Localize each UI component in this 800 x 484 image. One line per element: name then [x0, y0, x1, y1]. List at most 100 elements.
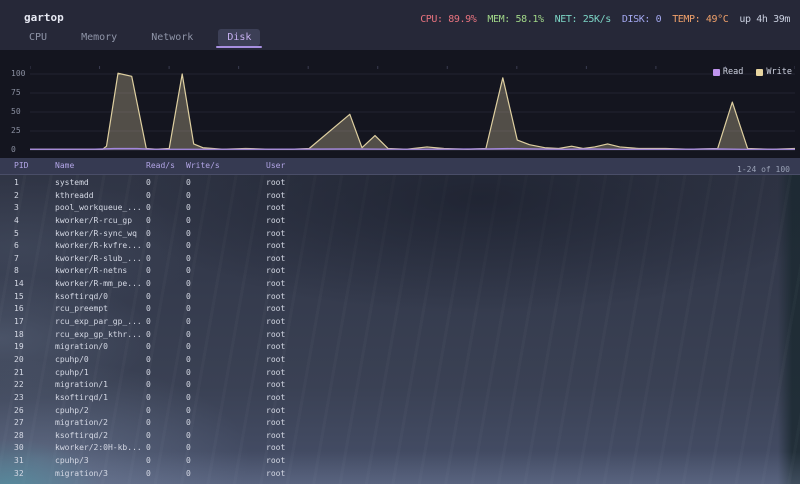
cell-user: root: [266, 229, 285, 238]
table-row[interactable]: 2kthreadd00root: [0, 189, 800, 202]
cell-write: 0: [186, 431, 191, 440]
cell-write: 0: [186, 279, 191, 288]
cell-read: 0: [146, 469, 151, 478]
tab-memory[interactable]: Memory: [72, 29, 126, 46]
cell-name: kthreadd: [55, 191, 94, 200]
disk-io-chart-panel: 1007550250 ReadWrite: [0, 50, 800, 158]
cell-user: root: [266, 216, 285, 225]
table-row[interactable]: 17rcu_exp_par_gp_...00root: [0, 315, 800, 328]
y-axis-label: 75: [11, 88, 31, 97]
table-row[interactable]: 1systemd00root: [0, 176, 800, 189]
app-title: gartop: [24, 11, 64, 24]
cell-write: 0: [186, 254, 191, 263]
cell-pid: 1: [14, 178, 19, 187]
table-row[interactable]: 18rcu_exp_gp_kthr...00root: [0, 328, 800, 341]
stat-cpu: CPU: 89.9%: [420, 14, 476, 25]
table-row[interactable]: 32migration/300root: [0, 467, 800, 480]
system-stats: CPU: 89.9%MEM: 58.1%NET: 25K/sDISK: 0TEM…: [409, 14, 790, 25]
cell-user: root: [266, 393, 285, 402]
cell-write: 0: [186, 216, 191, 225]
cell-write: 0: [186, 406, 191, 415]
table-row[interactable]: 31cpuhp/300root: [0, 454, 800, 467]
table-row[interactable]: 5 kworker/R-sync_wq 0 0 root: [0, 227, 800, 240]
cell-name: migration/3: [55, 469, 108, 478]
cell-write: 0: [186, 355, 191, 364]
stat-temp: TEMP: 49°C: [672, 14, 728, 25]
cell-write: 0: [186, 191, 191, 200]
table-row[interactable]: 14kworker/R-mm_pe...00root: [0, 277, 800, 290]
cell-write: 0: [186, 368, 191, 377]
cell-write: 0: [186, 317, 191, 326]
stat-mem: MEM: 58.1%: [487, 14, 543, 25]
table-row[interactable]: 4kworker/R-rcu_gp00root: [0, 214, 800, 227]
uptime-text: up 4h 39m: [739, 14, 790, 25]
cell-pid: 15: [14, 292, 24, 301]
table-row[interactable]: 26cpuhp/200root: [0, 404, 800, 417]
tab-cpu[interactable]: CPU: [20, 29, 56, 46]
cell-read: 0: [146, 191, 151, 200]
column-header-pid[interactable]: PID: [14, 161, 28, 170]
cell-user: root: [266, 191, 285, 200]
cell-pid: 5: [14, 229, 19, 238]
table-row[interactable]: 22migration/100root: [0, 378, 800, 391]
legend-item-write[interactable]: Write: [756, 67, 792, 77]
cell-user: root: [266, 342, 285, 351]
table-row[interactable]: 15ksoftirqd/000root: [0, 290, 800, 303]
cell-name: cpuhp/0: [55, 355, 89, 364]
cell-read: 0: [146, 406, 151, 415]
cell-read: 0: [146, 443, 151, 452]
legend-item-read[interactable]: Read: [713, 67, 743, 77]
cell-write: 0: [186, 443, 191, 452]
cell-name: kworker/R-sync_wq: [55, 229, 137, 238]
column-header-writes[interactable]: Write/s: [186, 161, 220, 170]
cell-user: root: [266, 368, 285, 377]
table-row[interactable]: 28ksoftirqd/200root: [0, 429, 800, 442]
column-header-reads[interactable]: Read/s: [146, 161, 175, 170]
table-row[interactable]: 8kworker/R-netns00root: [0, 264, 800, 277]
cell-write: 0: [186, 229, 191, 238]
cell-write: 0: [186, 178, 191, 187]
cell-user: root: [266, 304, 285, 313]
cell-read: 0: [146, 292, 151, 301]
cell-write: 0: [186, 393, 191, 402]
cell-pid: 3: [14, 203, 19, 212]
table-row[interactable]: 20cpuhp/000root: [0, 353, 800, 366]
cell-read: 0: [146, 229, 151, 238]
cell-pid: 31: [14, 456, 24, 465]
table-row[interactable]: 19migration/000root: [0, 340, 800, 353]
cell-read: 0: [146, 342, 151, 351]
table-row[interactable]: 27migration/200root: [0, 416, 800, 429]
cell-write: 0: [186, 304, 191, 313]
table-row[interactable]: 7kworker/R-slub_...00root: [0, 252, 800, 265]
cell-read: 0: [146, 456, 151, 465]
cell-write: 0: [186, 292, 191, 301]
table-row[interactable]: 16rcu_preempt00root: [0, 302, 800, 315]
cell-read: 0: [146, 355, 151, 364]
cell-pid: 16: [14, 304, 24, 313]
cell-user: root: [266, 266, 285, 275]
cell-name: ksoftirqd/2: [55, 431, 108, 440]
cell-user: root: [266, 443, 285, 452]
cell-user: root: [266, 203, 285, 212]
app-window: gartop CPU: 89.9%MEM: 58.1%NET: 25K/sDIS…: [0, 0, 800, 484]
column-header-user[interactable]: User: [266, 161, 285, 170]
cell-pid: 7: [14, 254, 19, 263]
cell-name: migration/2: [55, 418, 108, 427]
cell-name: kworker/2:0H-kb...: [55, 443, 142, 452]
table-row[interactable]: 6kworker/R-kvfre...00root: [0, 239, 800, 252]
cell-write: 0: [186, 203, 191, 212]
cell-write: 0: [186, 266, 191, 275]
table-row[interactable]: 23ksoftirqd/100root: [0, 391, 800, 404]
cell-user: root: [266, 241, 285, 250]
tab-disk[interactable]: Disk: [218, 29, 260, 46]
table-row[interactable]: 30kworker/2:0H-kb...00root: [0, 441, 800, 454]
cell-pid: 20: [14, 355, 24, 364]
tab-network[interactable]: Network: [142, 29, 202, 46]
cell-read: 0: [146, 178, 151, 187]
legend-swatch-read-icon: [713, 69, 720, 76]
table-row[interactable]: 3pool_workqueue_...00root: [0, 201, 800, 214]
cell-name: cpuhp/3: [55, 456, 89, 465]
column-header-name[interactable]: Name: [55, 161, 74, 170]
y-axis-label: 0: [11, 145, 31, 154]
table-row[interactable]: 21cpuhp/100root: [0, 366, 800, 379]
